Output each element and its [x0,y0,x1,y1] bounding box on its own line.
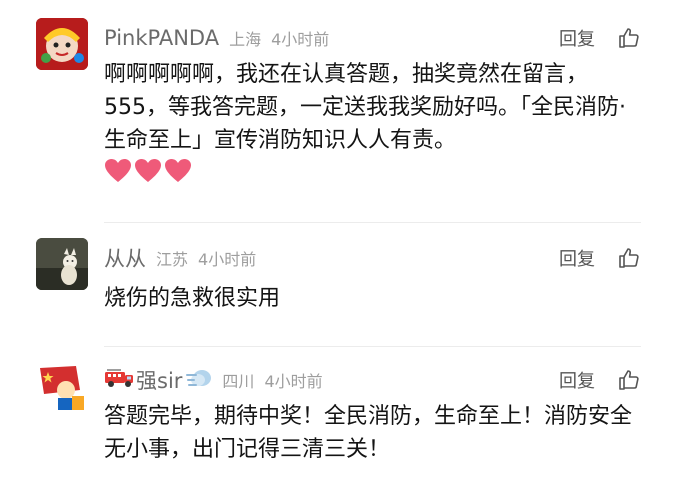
timestamp: 4小时前 [264,372,323,391]
comment-text: 答题完毕，期待中奖！全民消防，生命至上！消防安全无小事，出门记得三清三关！ [104,404,633,462]
username[interactable]: PinkPANDA [104,26,219,50]
heart-icon [165,159,191,182]
avatar[interactable] [36,360,88,412]
location-label: 上海 [229,30,262,49]
reply-button[interactable]: 回复 [559,245,595,271]
heart-icon [105,159,131,182]
thumbs-up-icon[interactable] [617,246,641,270]
comment-item: 强sir 四川 4小时前 回复 答题完毕，期待中奖！全民消防，生命至上！消防安全… [0,360,677,480]
avatar[interactable] [36,238,88,290]
comment-text: 烧伤的急救很实用 [104,286,281,311]
reply-button[interactable]: 回复 [559,367,595,393]
flag-avatar-image [36,360,88,412]
location-label: 江苏 [156,250,189,269]
fire-truck-icon [105,368,133,387]
comment-meta: 从从 江苏 4小时前 [104,244,256,272]
wind-emoji [186,367,212,394]
comment-meta: PinkPANDA 上海 4小时前 [104,24,329,52]
heart-icon [135,159,161,182]
reply-button[interactable]: 回复 [559,25,595,51]
comment-actions: 回复 [559,366,641,394]
comment-meta: 强sir 四川 4小时前 [104,366,323,394]
timestamp: 4小时前 [271,30,330,49]
comment-item: PinkPANDA 上海 4小时前 回复 啊啊啊啊啊，我还在认真答题，抽奖竟然在… [0,18,677,218]
lion-dance-avatar-image [36,18,88,70]
thumbs-up-icon[interactable] [617,26,641,50]
location-label: 四川 [222,372,255,391]
comment-item: 从从 江苏 4小时前 回复 烧伤的急救很实用 [0,238,677,338]
comment-text: 啊啊啊啊啊，我还在认真答题，抽奖竟然在留言，555，等我答完题，一定送我我奖励好… [104,62,626,153]
heart-emoji-row [104,158,192,184]
cat-avatar-image [36,238,88,290]
username[interactable]: 从从 [104,243,146,273]
thumbs-up-icon[interactable] [617,368,641,392]
wind-icon [186,369,212,386]
divider [104,346,641,347]
avatar[interactable] [36,18,88,70]
comment-actions: 回复 [559,244,641,272]
timestamp: 4小时前 [198,250,257,269]
fire-truck-emoji [104,367,134,394]
comment-actions: 回复 [559,24,641,52]
divider [104,222,641,223]
username[interactable]: 强sir [136,365,182,395]
